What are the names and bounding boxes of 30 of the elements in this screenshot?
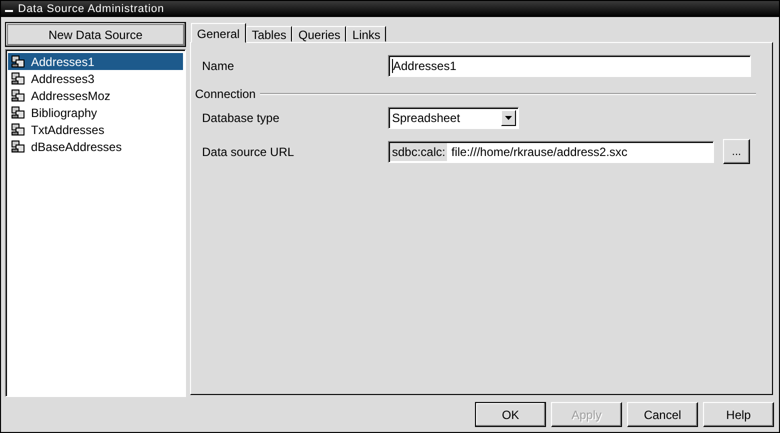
- data-source-item[interactable]: Addresses1: [8, 53, 183, 70]
- browse-button[interactable]: ...: [723, 139, 750, 164]
- database-icon: [11, 140, 25, 153]
- url-label: Data source URL: [202, 144, 296, 158]
- database-icon: [11, 55, 25, 68]
- database-icon: [11, 123, 25, 136]
- database-type-dropdown[interactable]: Spreadsheet: [388, 107, 519, 129]
- data-source-item[interactable]: Bibliography: [8, 104, 183, 121]
- tab[interactable]: General: [191, 23, 246, 43]
- tab[interactable]: Links: [346, 26, 386, 42]
- tab[interactable]: Queries: [292, 26, 346, 42]
- dialog-button[interactable]: Cancel: [627, 402, 698, 427]
- name-label: Name: [202, 59, 236, 73]
- database-icon: [11, 106, 25, 119]
- url-field[interactable]: sdbc:calc: file:///home/rkrause/address2.sxc: [388, 140, 714, 162]
- new-data-source-button[interactable]: New Data Source: [5, 22, 186, 47]
- dialog-button[interactable]: OK: [475, 402, 546, 427]
- dialog-button[interactable]: Help: [703, 402, 774, 427]
- database-type-label: Database type: [202, 111, 280, 125]
- database-icon: [11, 72, 25, 85]
- data-source-item[interactable]: AddressesMoz: [8, 87, 183, 104]
- database-icon: [11, 89, 25, 102]
- dropdown-arrow-icon: [505, 116, 512, 120]
- name-field[interactable]: Addresses1: [388, 55, 751, 77]
- data-source-item[interactable]: TxtAddresses: [8, 121, 183, 138]
- data-source-item[interactable]: Addresses3: [8, 70, 183, 87]
- tab[interactable]: Tables: [246, 26, 292, 42]
- connection-label: Connection: [195, 87, 256, 101]
- window-title: Data Source Administration: [18, 3, 164, 15]
- data-source-item[interactable]: dBaseAddresses: [8, 138, 183, 155]
